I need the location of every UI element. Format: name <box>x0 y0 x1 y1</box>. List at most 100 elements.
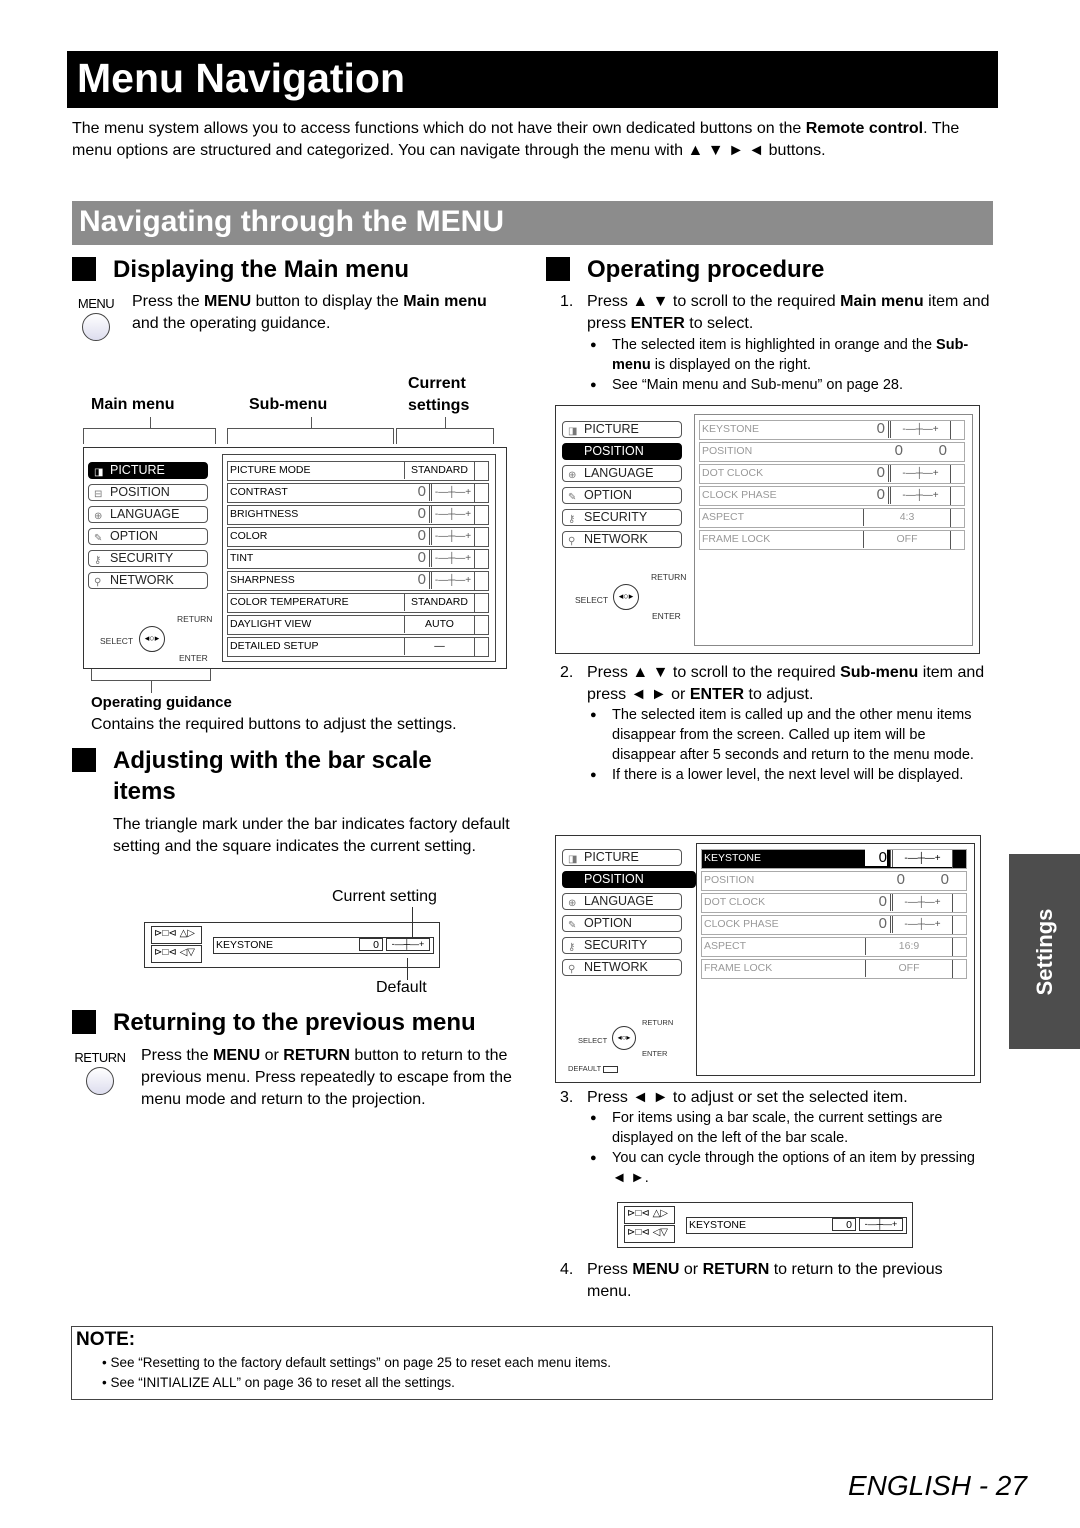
submenu-numeric-value: 0 <box>878 915 887 932</box>
default-guide: DEFAULT <box>568 1064 619 1073</box>
submenu-row-aspect[interactable]: ASPECT 16:9 <box>701 937 967 957</box>
submenu-bar-scale[interactable]: -—┼—+ <box>888 487 950 504</box>
submenu-row-clock-phase[interactable]: CLOCK PHASE 0 -—┼—+ <box>701 915 967 935</box>
main-menu-label: POSITION <box>110 485 170 499</box>
step-2-bullets: ● The selected item is called up and the … <box>590 707 974 783</box>
main-menu-item-picture[interactable]: ◨ PICTURE <box>562 849 682 866</box>
submenu-row-dot-clock[interactable]: DOT CLOCK 0 -—┼—+ <box>699 464 965 484</box>
keystone-v-icon: ⊳□⊲ ◁▽ <box>151 945 202 963</box>
main-menu-item-option[interactable]: ✎ OPTION <box>562 915 682 932</box>
submenu-row-contrast[interactable]: CONTRAST 0 -—┼—+ <box>227 483 489 503</box>
main-menu-item-option[interactable]: ✎ OPTION <box>562 487 682 504</box>
submenu-label: POSITION <box>704 874 755 886</box>
step-1: 1. Press ▲ ▼ to scroll to the required M… <box>560 293 990 332</box>
submenu-row-end <box>474 462 488 480</box>
main-menu-item-network[interactable]: ⚲ NETWORK <box>562 959 682 976</box>
submenu-row-keystone[interactable]: KEYSTONE 0 -—┼—+ <box>701 849 967 869</box>
key-icon: ⚷ <box>94 555 102 566</box>
main-menu-label: SECURITY <box>584 938 648 952</box>
main-menu-item-language[interactable]: ⊕ LANGUAGE <box>562 465 682 482</box>
submenu-row-color-temperature[interactable]: COLOR TEMPERATURE STANDARD <box>227 593 489 613</box>
main-menu-label: PICTURE <box>110 463 165 477</box>
main-menu-item-language[interactable]: ⊕ LANGUAGE <box>88 506 208 523</box>
keystone-bar-scale[interactable]: -—┼—+ <box>859 1218 903 1231</box>
main-menu-item-position[interactable]: POSITION <box>562 443 682 460</box>
submenu-numeric-value: 0 <box>417 527 426 544</box>
main-menu-item-security[interactable]: ⚷ SECURITY <box>562 937 682 954</box>
submenu-row-color[interactable]: COLOR 0 -—┼—+ <box>227 527 489 547</box>
submenu-row-end <box>950 509 964 527</box>
keystone-bar-scale[interactable]: -—┼—+ <box>386 938 430 951</box>
submenu-row-end <box>474 528 488 546</box>
submenu-row-detailed-setup[interactable]: DETAILED SETUP — <box>227 637 489 657</box>
submenu-row-sharpness[interactable]: SHARPNESS 0 -—┼—+ <box>227 571 489 591</box>
note-title: NOTE: <box>76 1329 136 1350</box>
submenu-bar-scale[interactable]: -—┼—+ <box>888 465 950 482</box>
keystone-value: 0 <box>359 938 383 951</box>
submenu-bar-scale[interactable]: -—┼—+ <box>888 421 950 438</box>
heading-returning: Returning to the previous menu <box>72 1007 476 1038</box>
submenu-row-position[interactable]: POSITION 0 0 <box>699 442 965 462</box>
submenu-bar-scale[interactable]: -—┼—+ <box>429 484 474 501</box>
submenu-row-clock-phase[interactable]: CLOCK PHASE 0 -—┼—+ <box>699 486 965 506</box>
keystone-h-icon: ⊳□⊲ △▷ <box>151 926 202 944</box>
submenu-row-picture-mode[interactable]: PICTURE MODE STANDARD <box>227 461 489 481</box>
submenu-numeric-value: 0 <box>876 464 885 481</box>
dpad-icon: ◂○▸ <box>613 584 639 610</box>
submenu-bar-scale[interactable]: -—┼—+ <box>890 916 952 933</box>
submenu-row-end <box>474 594 488 612</box>
submenu-row-end <box>950 465 964 483</box>
submenu-bar-scale[interactable]: -—┼—+ <box>429 572 474 589</box>
picture-icon: ◨ <box>568 426 578 437</box>
main-menu-item-security[interactable]: ⚷ SECURITY <box>562 509 682 526</box>
submenu-bar-scale[interactable]: -—┼—+ <box>890 894 952 911</box>
submenu-label: SHARPNESS <box>230 574 295 586</box>
main-menu-item-option[interactable]: ✎ OPTION <box>88 528 208 545</box>
main-menu-item-picture[interactable]: ◨ PICTURE <box>88 462 208 479</box>
adjusting-text: The triangle mark under the bar indicate… <box>113 816 510 855</box>
submenu-bar-scale[interactable]: -—┼—+ <box>890 850 952 867</box>
submenu-row-frame-lock[interactable]: FRAME LOCK OFF <box>701 959 967 979</box>
submenu-row-dot-clock[interactable]: DOT CLOCK 0 -—┼—+ <box>701 893 967 913</box>
submenu-row-end <box>474 616 488 634</box>
main-menu-item-security[interactable]: ⚷ SECURITY <box>88 550 208 567</box>
keystone-label: KEYSTONE <box>689 1219 746 1231</box>
callout-main-menu: Main menu <box>91 396 175 413</box>
heading-operating-procedure: Operating procedure <box>546 254 824 285</box>
guidance-text: Contains the required buttons to adjust … <box>91 716 457 733</box>
submenu-row-frame-lock[interactable]: FRAME LOCK OFF <box>699 530 965 550</box>
key-icon: ⚷ <box>568 514 576 525</box>
submenu-label: COLOR <box>230 530 268 542</box>
network-icon: ⚲ <box>568 536 576 547</box>
submenu-row-end <box>950 531 964 549</box>
current-setting-label: Current setting <box>332 888 437 905</box>
submenu-row-end <box>950 421 964 439</box>
option-icon: ✎ <box>94 533 103 544</box>
osd-position-menu: RETURN SELECT ENTER ◂○▸ KEYSTONE 0 -—┼—+ PO… <box>555 405 980 654</box>
bracket-main-menu <box>83 417 216 444</box>
main-menu-item-network[interactable]: ⚲ NETWORK <box>88 572 208 589</box>
submenu-row-position[interactable]: POSITION 0 0 <box>701 871 967 891</box>
main-menu-item-network[interactable]: ⚲ NETWORK <box>562 531 682 548</box>
submenu-row-keystone[interactable]: KEYSTONE 0 -—┼—+ <box>699 420 965 440</box>
step-2: 2. Press ▲ ▼ to scroll to the required S… <box>560 664 985 703</box>
main-menu-item-position[interactable]: ⊟ POSITION <box>88 484 208 501</box>
main-menu-item-picture[interactable]: ◨ PICTURE <box>562 421 682 438</box>
submenu-row-brightness[interactable]: BRIGHTNESS 0 -—┼—+ <box>227 505 489 525</box>
submenu-bar-scale[interactable]: -—┼—+ <box>429 528 474 545</box>
submenu-value: — <box>404 638 474 655</box>
submenu-numeric-value: 0 <box>417 505 426 522</box>
submenu-row-end <box>952 850 966 868</box>
submenu-label: DOT CLOCK <box>702 467 764 479</box>
submenu-row-tint[interactable]: TINT 0 -—┼—+ <box>227 549 489 569</box>
main-menu-item-position[interactable]: POSITION <box>562 871 696 888</box>
submenu-numeric-value: 0 <box>878 893 887 910</box>
submenu-label: POSITION <box>702 445 753 457</box>
submenu-bar-scale[interactable]: -—┼—+ <box>429 506 474 523</box>
submenu-row-daylight-view[interactable]: DAYLIGHT VIEW AUTO <box>227 615 489 635</box>
submenu-bar-scale[interactable]: -—┼—+ <box>429 550 474 567</box>
submenu-row-aspect[interactable]: ASPECT 4:3 <box>699 508 965 528</box>
main-menu-item-language[interactable]: ⊕ LANGUAGE <box>562 893 682 910</box>
main-menu-label: NETWORK <box>110 573 174 587</box>
menu-button-icon <box>82 313 110 341</box>
